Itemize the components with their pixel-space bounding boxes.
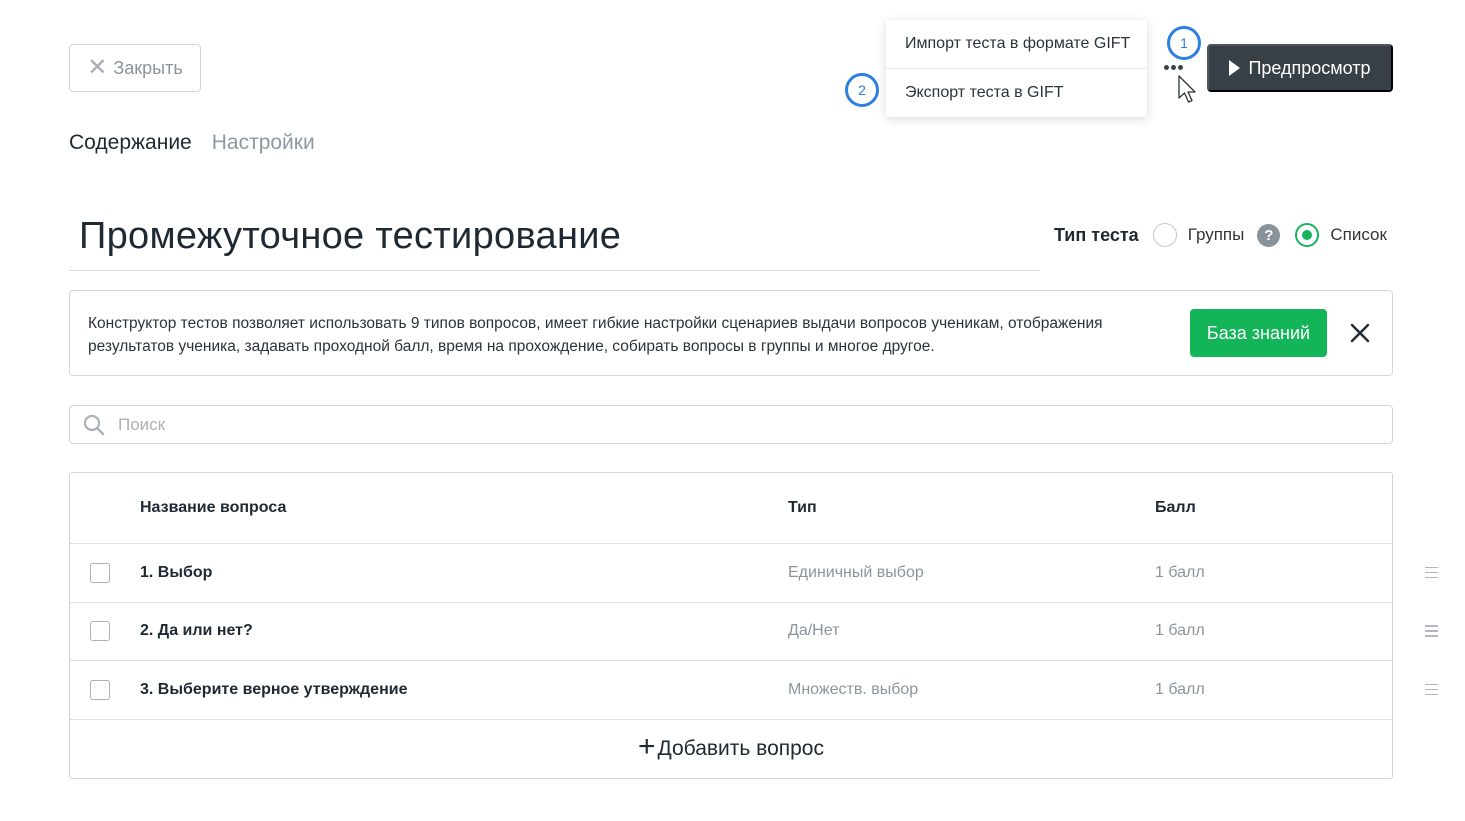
- close-banner-icon[interactable]: [1347, 320, 1373, 346]
- add-question-button[interactable]: + Добавить вопрос: [70, 720, 1392, 778]
- mouse-cursor-icon: [1178, 75, 1196, 103]
- question-type: Да/Нет: [788, 622, 840, 640]
- menu-item-export-gift[interactable]: Экспорт теста в GIFT: [886, 68, 1147, 116]
- callout-marker-1: 1: [1167, 26, 1201, 60]
- question-score: 1 балл: [1155, 563, 1205, 581]
- radio-groups-label[interactable]: Группы: [1188, 225, 1245, 245]
- drag-handle-icon[interactable]: [1425, 625, 1438, 637]
- dot-icon: [1163, 64, 1169, 70]
- drag-handle-icon[interactable]: [1425, 683, 1438, 696]
- test-type-selector: Тип теста Группы ? Список: [1054, 220, 1387, 250]
- column-header-type: Тип: [788, 499, 817, 516]
- row-checkbox[interactable]: [90, 562, 110, 583]
- test-type-label: Тип теста: [1054, 224, 1139, 245]
- table-row[interactable]: 3. Выберите верное утверждение Множеств.…: [70, 661, 1438, 720]
- preview-button[interactable]: Предпросмотр: [1207, 44, 1393, 92]
- close-icon: ✕: [87, 54, 108, 81]
- row-checkbox[interactable]: [90, 621, 110, 642]
- question-type: Множеств. выбор: [788, 680, 919, 698]
- search-icon: [83, 414, 105, 435]
- dot-icon: [1177, 64, 1183, 70]
- question-name[interactable]: 1. Выбор: [140, 544, 212, 602]
- table-header: Название вопроса Тип Балл: [70, 473, 1392, 544]
- add-question-label: Добавить вопрос: [657, 736, 824, 760]
- search-bar: [69, 405, 1393, 444]
- plus-icon: +: [637, 730, 656, 763]
- play-icon: [1229, 60, 1241, 76]
- question-score: 1 балл: [1155, 622, 1205, 640]
- info-text: Конструктор тестов позволяет использоват…: [88, 315, 1103, 355]
- drag-handle-icon[interactable]: [1425, 566, 1438, 579]
- question-name[interactable]: 2. Да или нет?: [140, 603, 253, 661]
- tabs: Содержание Настройки: [69, 131, 315, 155]
- question-type: Единичный выбор: [788, 563, 924, 581]
- column-header-score: Балл: [1155, 499, 1196, 516]
- info-banner: Конструктор тестов позволяет использоват…: [69, 290, 1393, 376]
- radio-list[interactable]: [1295, 223, 1320, 247]
- close-button[interactable]: ✕ Закрыть: [69, 44, 201, 92]
- question-name[interactable]: 3. Выберите верное утверждение: [140, 661, 407, 719]
- callout-marker-2: 2: [845, 73, 879, 107]
- radio-list-label[interactable]: Список: [1330, 225, 1387, 245]
- knowledge-base-button[interactable]: База знаний: [1190, 309, 1327, 357]
- row-checkbox[interactable]: [90, 679, 110, 700]
- table-row[interactable]: 2. Да или нет? Да/Нет 1 балл: [70, 603, 1438, 661]
- menu-item-import-gift[interactable]: Импорт теста в формате GIFT: [886, 20, 1147, 68]
- more-options-button[interactable]: [1160, 58, 1186, 76]
- more-menu: Импорт теста в формате GIFT Экспорт тест…: [886, 20, 1147, 117]
- table-row[interactable]: 1. Выбор Единичный выбор 1 балл: [70, 544, 1438, 603]
- search-input[interactable]: [118, 414, 1318, 435]
- tab-content[interactable]: Содержание: [69, 131, 192, 155]
- close-button-label: Закрыть: [113, 57, 183, 78]
- help-icon[interactable]: ?: [1257, 223, 1281, 247]
- question-score: 1 балл: [1155, 680, 1205, 698]
- test-title-input[interactable]: Промежуточное тестирование: [69, 203, 1040, 271]
- tab-settings[interactable]: Настройки: [212, 131, 315, 155]
- preview-button-label: Предпросмотр: [1248, 57, 1371, 78]
- radio-groups[interactable]: [1152, 223, 1177, 247]
- column-header-name: Название вопроса: [140, 499, 287, 516]
- questions-table: Название вопроса Тип Балл 1. Выбор Едини…: [69, 472, 1438, 779]
- dot-icon: [1170, 64, 1176, 70]
